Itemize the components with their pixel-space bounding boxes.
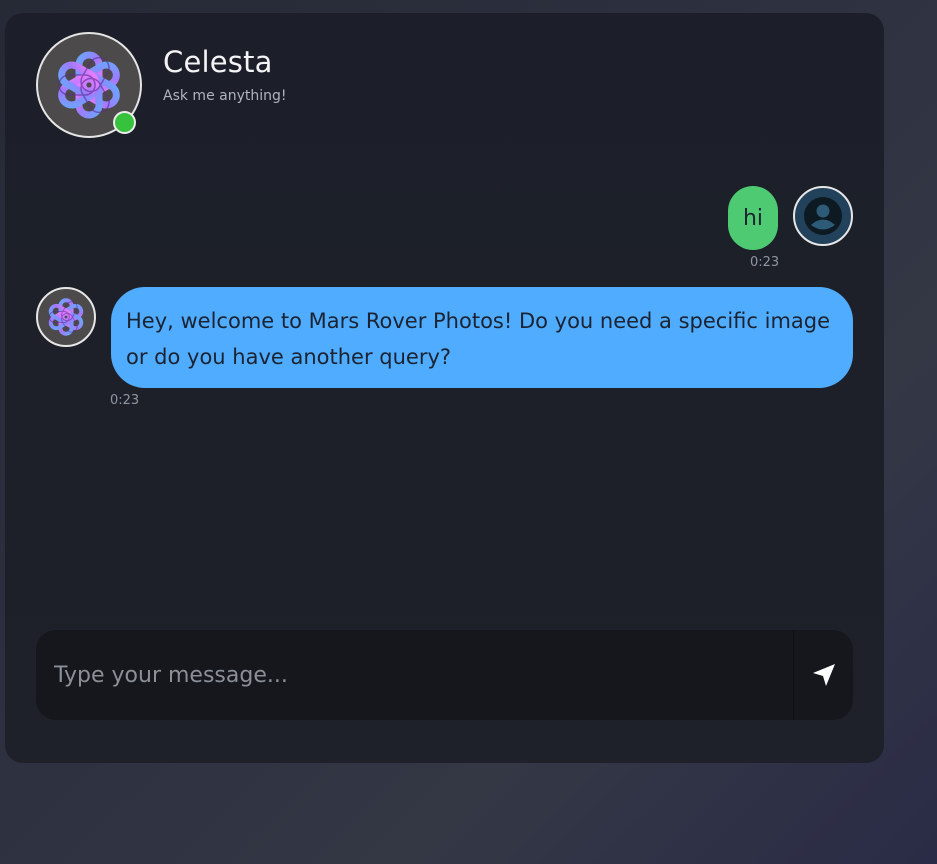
bot-message-text: Hey, welcome to Mars Rover Photos! Do yo…	[126, 309, 831, 369]
bot-tagline: Ask me anything!	[163, 88, 287, 104]
bot-message-avatar	[36, 287, 96, 347]
user-avatar	[793, 186, 853, 246]
user-message-time: 0:23	[750, 255, 780, 270]
user-silhouette-icon	[804, 197, 842, 235]
bot-message-bubble: Hey, welcome to Mars Rover Photos! Do yo…	[111, 287, 853, 388]
message-input[interactable]	[36, 630, 793, 720]
openai-knot-icon	[46, 297, 86, 337]
user-message-text: hi	[742, 205, 764, 231]
send-button[interactable]	[794, 630, 853, 720]
message-composer	[36, 630, 853, 720]
paper-plane-icon	[812, 664, 835, 686]
user-message-bubble: hi	[728, 186, 778, 250]
bot-avatar	[36, 32, 142, 138]
bot-name: Celesta	[163, 45, 273, 79]
bot-message-time: 0:23	[110, 393, 140, 408]
chat-window: Celesta Ask me anything! hi 0:23 Hey, we…	[5, 13, 884, 763]
online-status-dot	[113, 111, 136, 134]
